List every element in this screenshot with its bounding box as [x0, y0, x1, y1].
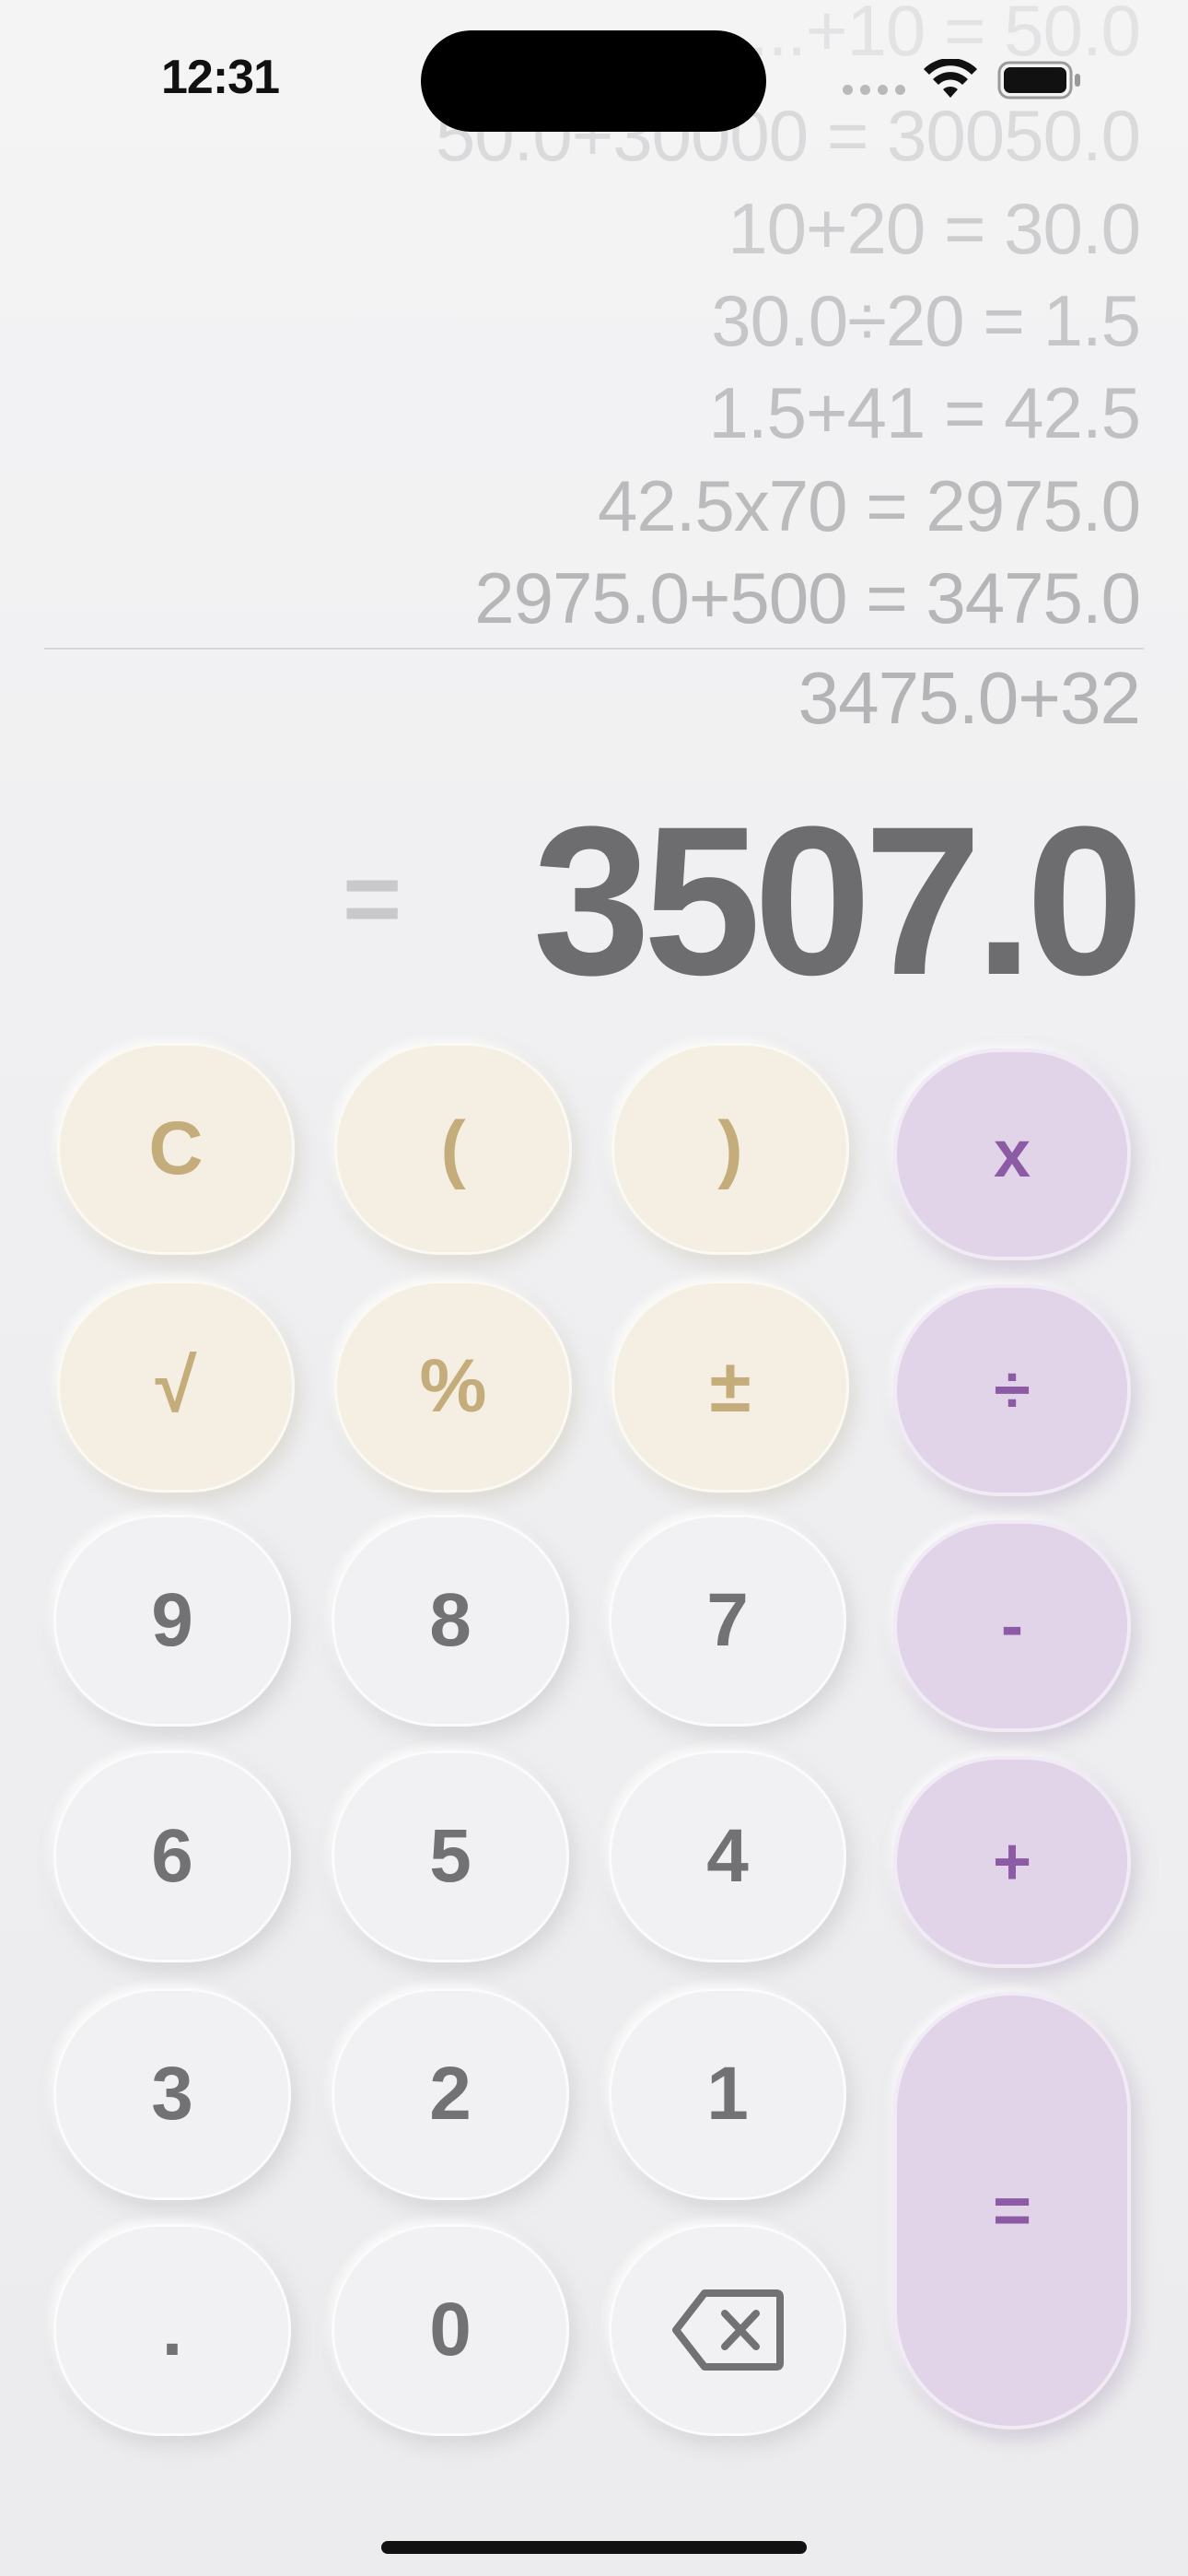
history-line: 1.5+41 = 42.5: [708, 372, 1141, 453]
digit-3-button[interactable]: 3: [53, 1988, 291, 2200]
dynamic-island: [421, 30, 766, 132]
result-equals-sign: =: [343, 842, 402, 955]
equals-button[interactable]: =: [893, 1992, 1131, 2430]
history-divider: [44, 648, 1144, 650]
percent-button[interactable]: %: [334, 1281, 572, 1493]
open-paren-button[interactable]: (: [334, 1043, 572, 1255]
close-paren-button[interactable]: ): [611, 1043, 849, 1255]
square-root-button[interactable]: √: [57, 1281, 295, 1493]
digit-7-button[interactable]: 7: [609, 1515, 846, 1727]
home-indicator[interactable]: [381, 2541, 807, 2554]
decimal-button[interactable]: .: [53, 2224, 291, 2436]
history-line: 10+20 = 30.0: [728, 188, 1141, 269]
clear-button[interactable]: C: [57, 1043, 295, 1255]
digit-5-button[interactable]: 5: [332, 1751, 569, 1962]
digit-8-button[interactable]: 8: [332, 1515, 569, 1727]
digit-6-button[interactable]: 6: [53, 1751, 291, 1962]
current-expression: 3475.0+32: [798, 657, 1141, 739]
result-display: 3507.0: [532, 782, 1144, 1019]
digit-9-button[interactable]: 9: [53, 1515, 291, 1727]
history-line: 2975.0+500 = 3475.0: [474, 557, 1141, 638]
plus-minus-button[interactable]: ±: [611, 1281, 849, 1493]
history-line: ...+10 = 50.0: [748, 0, 1141, 71]
backspace-button[interactable]: [609, 2224, 846, 2436]
digit-0-button[interactable]: 0: [332, 2224, 569, 2436]
plus-button[interactable]: +: [893, 1756, 1131, 1968]
history-line: 42.5x70 = 2975.0: [597, 465, 1141, 546]
backspace-icon: [672, 2289, 784, 2371]
digit-2-button[interactable]: 2: [332, 1988, 569, 2200]
minus-button[interactable]: -: [893, 1520, 1131, 1732]
digit-1-button[interactable]: 1: [609, 1988, 846, 2200]
digit-4-button[interactable]: 4: [609, 1751, 846, 1962]
divide-button[interactable]: ÷: [893, 1284, 1131, 1496]
history-line: 30.0÷20 = 1.5: [711, 280, 1141, 361]
multiply-button[interactable]: x: [893, 1048, 1131, 1260]
